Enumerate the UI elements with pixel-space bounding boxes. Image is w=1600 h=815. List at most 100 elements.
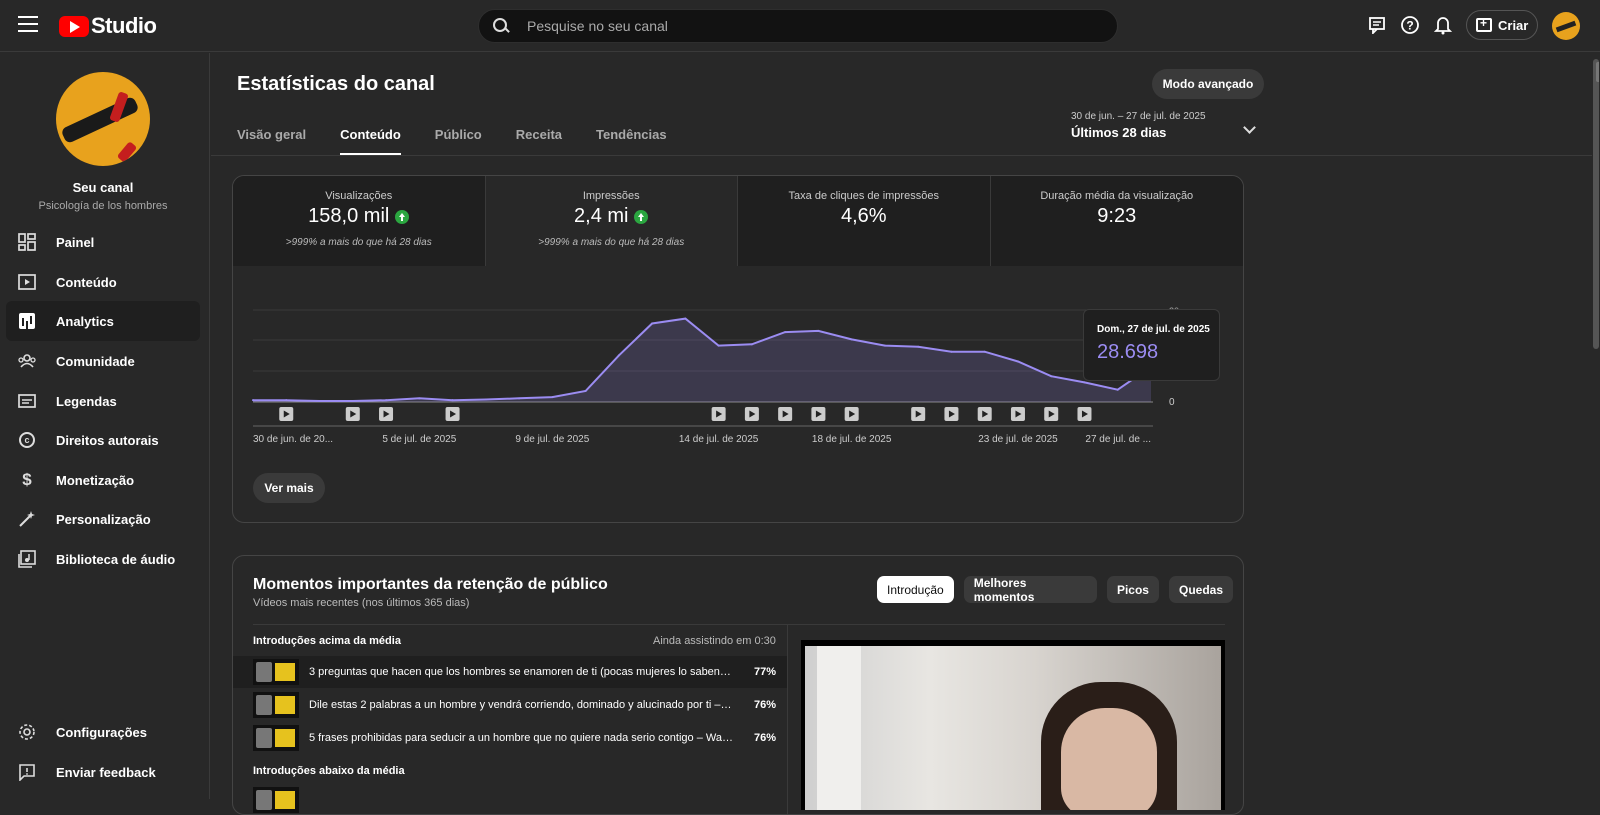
- sidebar-item-dashboard[interactable]: Painel: [6, 222, 200, 262]
- chart-point[interactable]: [551, 396, 554, 399]
- video-marker-icon[interactable]: [711, 407, 726, 421]
- video-row[interactable]: [233, 784, 787, 814]
- video-marker-icon[interactable]: [778, 407, 793, 421]
- advanced-mode-button[interactable]: Modo avançado: [1152, 69, 1264, 99]
- sidebar-item-subtitles[interactable]: Legendas: [6, 381, 200, 421]
- video-preview-player[interactable]: [801, 640, 1225, 810]
- below-average-heading: Introduções abaixo da média: [253, 765, 405, 777]
- create-label: Criar: [1498, 17, 1529, 33]
- tab-trends[interactable]: Tendências: [596, 127, 667, 155]
- channel-name[interactable]: Seu canal: [0, 180, 206, 195]
- video-marker-icon[interactable]: [977, 407, 992, 421]
- chart-point[interactable]: [252, 399, 254, 402]
- video-marker-icon[interactable]: [1044, 407, 1059, 421]
- chart-point[interactable]: [950, 350, 953, 353]
- chip-best-moments[interactable]: Melhores momentos: [963, 576, 1097, 604]
- chart-point[interactable]: [1016, 360, 1019, 363]
- chart-point[interactable]: [285, 399, 288, 402]
- tab-audience[interactable]: Público: [435, 127, 482, 155]
- sidebar-item-audio-library[interactable]: Biblioteca de áudio: [6, 539, 200, 579]
- chart-point[interactable]: [584, 389, 587, 392]
- sidebar-item-monetization[interactable]: $ Monetização: [6, 460, 200, 500]
- chart-point[interactable]: [518, 397, 521, 400]
- tab-revenue[interactable]: Receita: [516, 127, 562, 155]
- chart-point[interactable]: [750, 343, 753, 346]
- video-title: 3 preguntas que hacen que los hombres se…: [309, 666, 734, 678]
- chart-point[interactable]: [418, 397, 421, 400]
- channel-avatar[interactable]: [56, 72, 150, 166]
- trend-up-icon: [634, 209, 649, 224]
- video-marker-icon[interactable]: [811, 407, 826, 421]
- chart-point[interactable]: [385, 399, 388, 402]
- chip-intro[interactable]: Introdução: [877, 576, 954, 603]
- account-avatar[interactable]: [1552, 12, 1580, 40]
- chart-point[interactable]: [318, 400, 321, 403]
- comment-icon[interactable]: [1366, 14, 1388, 36]
- video-row[interactable]: 3 preguntas que hacen que los hombres se…: [233, 656, 787, 688]
- chart-point[interactable]: [1050, 375, 1053, 378]
- chart-point[interactable]: [784, 331, 787, 334]
- chart-point[interactable]: [451, 399, 454, 402]
- sidebar-item-label: Monetização: [56, 472, 135, 488]
- chart-point[interactable]: [617, 354, 620, 357]
- video-row[interactable]: Dile estas 2 palabras a un hombre y vend…: [233, 689, 787, 721]
- video-marker-icon[interactable]: [944, 407, 959, 421]
- sidebar-item-analytics[interactable]: Analytics: [6, 301, 200, 341]
- notifications-icon[interactable]: [1432, 14, 1454, 36]
- chart-point[interactable]: [850, 338, 853, 341]
- search-input[interactable]: [527, 18, 1087, 34]
- chart-point[interactable]: [983, 350, 986, 353]
- video-marker-icon[interactable]: [844, 407, 859, 421]
- sidebar-item-feedback[interactable]: Enviar feedback: [6, 752, 200, 792]
- x-tick-label: 18 de jul. de 2025: [812, 434, 892, 445]
- chip-drops[interactable]: Quedas: [1168, 576, 1233, 603]
- chart-point[interactable]: [717, 344, 720, 347]
- chart-point[interactable]: [651, 322, 654, 325]
- metric-avg-duration[interactable]: Duração média da visualização 9:23: [990, 176, 1243, 266]
- chip-peaks[interactable]: Picos: [1106, 576, 1159, 603]
- chart-point[interactable]: [684, 317, 687, 320]
- gear-icon: [18, 723, 36, 741]
- scrollbar[interactable]: [1592, 53, 1600, 799]
- video-marker-icon[interactable]: [1077, 407, 1092, 421]
- video-marker-icon[interactable]: [1010, 407, 1025, 421]
- video-row[interactable]: 5 frases prohibidas para seducir a un ho…: [233, 722, 787, 754]
- sidebar-item-content[interactable]: Conteúdo: [6, 262, 200, 302]
- metric-ctr[interactable]: Taxa de cliques de impressões 4,6%: [738, 176, 991, 266]
- x-tick-label: 14 de jul. de 2025: [679, 434, 759, 445]
- tab-content[interactable]: Conteúdo: [340, 127, 401, 155]
- video-marker-icon[interactable]: [911, 407, 926, 421]
- video-marker-icon[interactable]: [345, 407, 360, 421]
- chart-point[interactable]: [1083, 381, 1086, 384]
- x-tick-label: 23 de jul. de 2025: [978, 434, 1058, 445]
- menu-icon[interactable]: [18, 16, 38, 34]
- x-tick-label: 30 de jun. de 20...: [253, 434, 333, 445]
- metric-views[interactable]: Visualizações 158,0 mil >999% a mais do …: [233, 176, 486, 266]
- sidebar-item-copyright[interactable]: c Direitos autorais: [6, 420, 200, 460]
- chevron-down-icon[interactable]: [1243, 121, 1256, 134]
- video-marker-icon[interactable]: [445, 407, 460, 421]
- see-more-button[interactable]: Ver mais: [253, 473, 325, 503]
- tab-overview[interactable]: Visão geral: [237, 127, 306, 155]
- chart-point[interactable]: [817, 329, 820, 332]
- metric-impressions[interactable]: Impressões 2,4 mi >999% a mais do que há…: [485, 176, 738, 266]
- chart-point[interactable]: [484, 398, 487, 401]
- video-marker-icon[interactable]: [379, 407, 394, 421]
- video-marker-icon[interactable]: [279, 407, 294, 421]
- video-marker-icon[interactable]: [744, 407, 759, 421]
- date-range-picker[interactable]: 30 de jun. – 27 de jul. de 2025 Últimos …: [1071, 111, 1206, 140]
- chart-point[interactable]: [1116, 388, 1119, 391]
- tabs-divider: [211, 155, 1596, 156]
- search-icon[interactable]: [493, 18, 509, 34]
- create-button[interactable]: Criar: [1466, 10, 1538, 40]
- chart-point[interactable]: [917, 345, 920, 348]
- sidebar-item-customization[interactable]: Personalização: [6, 499, 200, 539]
- studio-logo[interactable]: Studio: [59, 13, 157, 39]
- chart-point[interactable]: [351, 400, 354, 403]
- video-thumbnail: [253, 659, 299, 685]
- help-icon[interactable]: ?: [1399, 14, 1421, 36]
- chart-point[interactable]: [883, 344, 886, 347]
- video-percent: 77%: [754, 666, 777, 678]
- sidebar-item-community[interactable]: Comunidade: [6, 341, 200, 381]
- sidebar-item-settings[interactable]: Configurações: [6, 712, 200, 752]
